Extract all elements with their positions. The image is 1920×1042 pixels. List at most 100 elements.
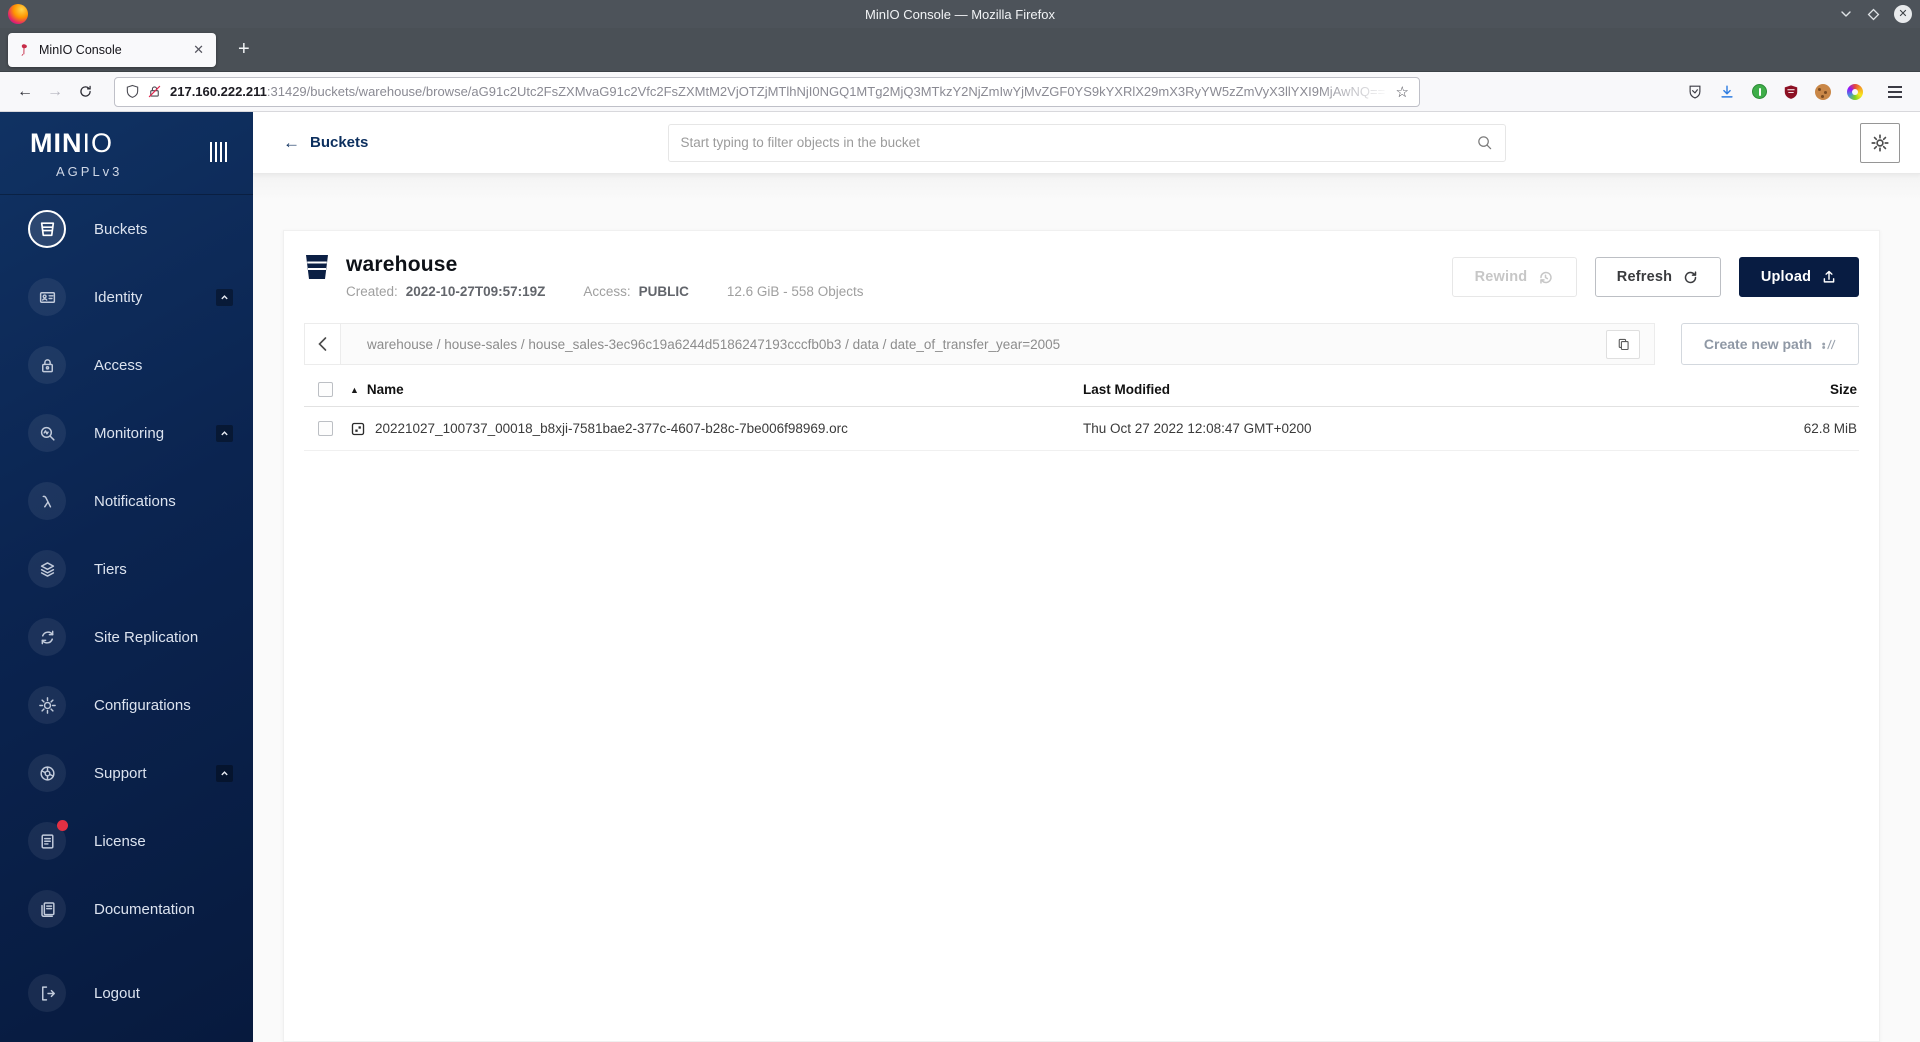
sidebar-item-identity[interactable]: Identity [0,263,253,331]
object-size: 62.8 MiB [1803,421,1857,436]
copy-icon [1618,338,1629,350]
colorful-extension-icon[interactable] [1846,83,1864,101]
path-back-button[interactable] [305,324,341,364]
bucket-icon [28,210,66,248]
url-text: 217.160.222.211:31429/buckets/warehouse/… [170,84,1390,99]
new-tab-button[interactable]: + [232,38,256,61]
ublock-shield-extension-icon[interactable] [1782,83,1800,101]
tab-close-icon[interactable]: ✕ [189,40,208,60]
browser-menu-icon[interactable] [1884,82,1906,102]
object-filter-search[interactable] [667,123,1506,162]
sidebar-item-configurations[interactable]: Configurations [0,671,253,739]
reload-icon[interactable] [70,78,100,106]
layers-icon [28,550,66,588]
sidebar-item-access[interactable]: Access [0,331,253,399]
refresh-icon [1685,270,1697,283]
window-title: MinIO Console — Mozilla Firefox [865,6,1055,22]
license-alert-badge [57,820,68,831]
browser-tab[interactable]: MinIO Console ✕ [8,32,216,67]
object-name[interactable]: 20221027_100737_00018_b8xji-7581bae2-377… [375,421,848,436]
documentation-book-icon [28,890,66,928]
chevron-up-icon[interactable] [216,764,233,782]
sidebar-item-documentation[interactable]: Documentation [0,875,253,943]
rewind-button[interactable]: Rewind [1452,257,1577,297]
insecure-lock-icon[interactable] [147,84,162,99]
forward-nav-icon[interactable]: → [40,78,70,106]
sort-ascending-icon: ▲ [350,384,359,395]
identity-card-icon [28,278,66,316]
window-close-button[interactable]: ✕ [1894,5,1912,23]
bucket-icon [304,253,330,299]
sidebar-item-tiers[interactable]: Tiers [0,535,253,603]
search-icon [1477,136,1491,150]
pocket-shield-extension-icon[interactable] [1686,83,1704,101]
minio-logo: MINIO [30,128,114,158]
tab-title: MinIO Console [39,42,122,57]
upload-button[interactable]: Upload [1739,257,1859,297]
object-file-icon [351,422,365,435]
window-minimize-button[interactable] [1839,7,1853,21]
url-host: 217.160.222.211 [170,84,267,99]
select-all-checkbox[interactable] [318,382,333,397]
create-new-path-button[interactable]: Create new path [1681,323,1859,365]
url-bar[interactable]: 217.160.222.211:31429/buckets/warehouse/… [114,76,1420,107]
settings-gear-button[interactable] [1860,122,1900,163]
sidebar-item-notifications[interactable]: Notifications [0,467,253,535]
created-value: 2022-10-27T09:57:19Z [405,284,546,299]
sidebar-item-site-replication[interactable]: Site Replication [0,603,253,671]
window-maximize-button[interactable] [1867,8,1880,21]
bucket-usage: 12.6 GiB - 558 Objects [726,284,864,299]
row-checkbox[interactable] [318,421,333,436]
browser-navbar: ← → 217.160.222.211:31429/buckets/wareho… [0,72,1920,112]
column-header-size: Size [1829,382,1857,397]
chevron-left-icon [318,337,327,351]
access-value: PUBLIC [638,284,689,299]
sidebar-item-logout[interactable]: Logout [0,959,253,1027]
firefox-logo-icon [8,4,28,24]
search-input[interactable] [680,135,1476,150]
object-last-modified: Thu Oct 27 2022 12:08:47 GMT+0200 [1083,421,1312,436]
sidebar-item-support[interactable]: Support [0,739,253,807]
back-nav-icon[interactable]: ← [10,78,40,106]
back-to-buckets-link[interactable]: ← Buckets [283,134,368,151]
sidebar-collapse-icon[interactable] [206,138,232,166]
padlock-icon [28,346,66,384]
license-tag: AGPLv3 [56,164,123,179]
green-extension-icon[interactable] [1750,83,1768,101]
url-path: :31429/buckets/warehouse/browse/aG91c2Ut… [266,84,1386,99]
minio-favicon [21,44,27,56]
tab-strip: MinIO Console ✕ + [0,28,1920,72]
monitoring-magnifier-icon [28,414,66,452]
minio-sidebar: MINIO AGPLv3 Buckets Identity Access Mon… [0,112,253,1042]
chevron-up-icon[interactable] [216,424,233,442]
rewind-icon [1540,271,1553,284]
table-row[interactable]: 20221027_100737_00018_b8xji-7581bae2-377… [304,407,1859,451]
cookie-extension-icon[interactable] [1814,83,1832,101]
page-topbar: ← Buckets [253,112,1920,174]
access-label: Access: [583,284,631,299]
sidebar-item-license[interactable]: License [0,807,253,875]
bucket-name: warehouse [346,253,458,276]
tracking-shield-icon[interactable] [125,84,140,99]
replication-arrows-icon [28,618,66,656]
bucket-metadata: Created: 2022-10-27T09:57:19Z Access: PU… [346,284,863,299]
column-header-name[interactable]: ▲ Name [350,382,1083,397]
new-path-icon [1822,339,1836,349]
back-arrow-icon: ← [283,133,300,152]
download-icon[interactable] [1718,83,1736,101]
sidebar-item-monitoring[interactable]: Monitoring [0,399,253,467]
copy-path-button[interactable] [1606,329,1640,359]
column-header-last-modified: Last Modified [1083,382,1170,397]
license-document-icon [28,820,68,860]
sidebar-item-buckets[interactable]: Buckets [0,195,253,263]
breadcrumb-bar: warehouse / house-sales / house_sales-3e… [304,323,1655,365]
bookmark-star-icon[interactable]: ☆ [1396,83,1409,101]
bucket-browser-card: warehouse Created: 2022-10-27T09:57:19Z … [283,230,1880,1042]
chevron-up-icon[interactable] [216,288,233,306]
lambda-icon [28,482,66,520]
gear-icon [1871,133,1889,152]
support-lifebuoy-icon [28,754,66,792]
created-label: Created: [346,284,398,299]
refresh-button[interactable]: Refresh [1595,257,1721,297]
upload-icon [1823,270,1835,283]
